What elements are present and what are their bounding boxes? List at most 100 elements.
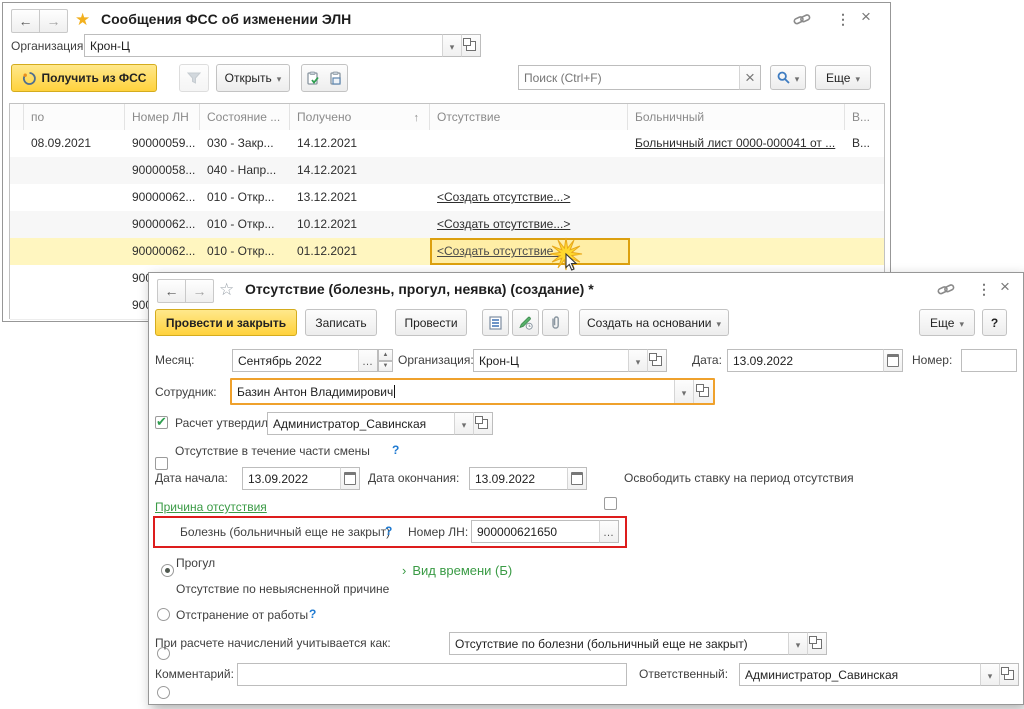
illness-help[interactable]: ? bbox=[385, 524, 392, 538]
responsible-value[interactable]: Администратор_Савинская bbox=[739, 663, 981, 686]
comment-field[interactable] bbox=[237, 663, 627, 686]
choose-icon[interactable] bbox=[599, 520, 619, 543]
reason-suspension-radio[interactable] bbox=[157, 686, 170, 699]
clear-search-icon[interactable] bbox=[739, 65, 761, 90]
month-spinner[interactable]: ▲ ▼ bbox=[378, 349, 393, 372]
more-menu-icon[interactable] bbox=[977, 282, 991, 298]
responsible-select[interactable]: Администратор_Савинская bbox=[739, 663, 1019, 686]
chevron-down-icon[interactable] bbox=[628, 349, 648, 372]
close-icon[interactable] bbox=[861, 8, 871, 26]
open-icon[interactable] bbox=[807, 632, 827, 655]
search-input[interactable] bbox=[518, 65, 740, 90]
date-field[interactable]: 13.09.2022 bbox=[727, 349, 903, 372]
open-dropdown-button[interactable]: Открыть bbox=[216, 64, 290, 92]
sick-leave-link[interactable]: Больничный лист 0000-000041 от ... bbox=[628, 130, 845, 157]
open-icon[interactable] bbox=[647, 349, 667, 372]
search-options-button[interactable] bbox=[770, 65, 806, 90]
col-sick-leave[interactable]: Больничный bbox=[628, 104, 845, 130]
more-actions-button[interactable]: Еще bbox=[815, 65, 871, 90]
table-row[interactable]: 90000062... 010 - Откр... 13.12.2021 <Со… bbox=[10, 184, 884, 212]
open-icon[interactable] bbox=[473, 412, 493, 435]
col-v[interactable]: В... bbox=[845, 104, 884, 130]
forward-button[interactable] bbox=[40, 9, 68, 33]
open-icon[interactable] bbox=[693, 380, 713, 403]
ln-number-field[interactable]: 900000621650 bbox=[471, 520, 619, 543]
part-shift-help[interactable]: ? bbox=[392, 443, 399, 457]
part-shift-checkbox[interactable] bbox=[155, 457, 168, 470]
employee-value[interactable]: Базин Антон Владимирович bbox=[237, 385, 393, 399]
table-row-selected[interactable]: 90000062... 010 - Откр... 01.12.2021 <Со… bbox=[10, 238, 884, 266]
get-from-fss-button[interactable]: Получить из ФСС bbox=[11, 64, 157, 92]
spin-up-icon[interactable]: ▲ bbox=[378, 349, 393, 361]
start-date-field[interactable]: 13.09.2022 bbox=[242, 467, 360, 490]
chevron-down-icon[interactable] bbox=[454, 412, 474, 435]
suspension-help[interactable]: ? bbox=[309, 607, 316, 621]
calendar-icon[interactable] bbox=[340, 467, 360, 490]
close-icon[interactable] bbox=[1000, 278, 1010, 296]
end-date-field[interactable]: 13.09.2022 bbox=[469, 467, 587, 490]
calc-as-value[interactable]: Отсутствие по болезни (больничный еще не… bbox=[449, 632, 789, 655]
table-row[interactable]: 90000062... 010 - Откр... 10.12.2021 <Со… bbox=[10, 211, 884, 239]
reason-illness-radio[interactable] bbox=[161, 564, 174, 577]
filter-button[interactable] bbox=[179, 64, 209, 92]
release-rate-checkbox[interactable] bbox=[604, 497, 617, 510]
help-button[interactable]: ? bbox=[982, 309, 1007, 336]
create-absence-link[interactable]: <Создать отсутствие...> bbox=[430, 211, 628, 238]
calc-as-select[interactable]: Отсутствие по болезни (больничный еще не… bbox=[449, 632, 827, 655]
time-kind-link[interactable]: › Вид времени (Б) bbox=[402, 563, 512, 578]
month-value[interactable]: Сентябрь 2022 bbox=[232, 349, 359, 372]
link-icon[interactable] bbox=[793, 12, 811, 28]
table-row[interactable]: 90000058... 040 - Напр... 14.12.2021 bbox=[10, 157, 884, 185]
reason-truancy-radio[interactable] bbox=[157, 608, 170, 621]
open-icon[interactable] bbox=[999, 663, 1019, 686]
table-row[interactable]: 08.09.2021 90000059... 030 - Закр... 14.… bbox=[10, 130, 884, 158]
org-select[interactable]: Крон-Ц bbox=[473, 349, 667, 372]
load-settings-button[interactable] bbox=[301, 64, 325, 92]
org-value[interactable]: Крон-Ц bbox=[473, 349, 629, 372]
end-date-value[interactable]: 13.09.2022 bbox=[469, 467, 568, 490]
col-state[interactable]: Состояние ... bbox=[200, 104, 290, 130]
forward-button[interactable] bbox=[186, 279, 214, 303]
ln-number-value[interactable]: 900000621650 bbox=[471, 520, 600, 543]
write-button[interactable]: Записать bbox=[305, 309, 377, 336]
number-field[interactable] bbox=[961, 349, 1017, 372]
col-received[interactable]: Получено bbox=[290, 104, 430, 130]
org-value[interactable]: Крон-Ц bbox=[84, 34, 443, 57]
favorite-star-icon[interactable] bbox=[219, 281, 234, 299]
open-icon[interactable] bbox=[461, 34, 481, 57]
change-history-button[interactable] bbox=[512, 309, 539, 336]
spin-down-icon[interactable]: ▼ bbox=[378, 360, 393, 372]
create-absence-link-focused[interactable]: <Создать отсутствие...> bbox=[430, 238, 630, 265]
month-field[interactable]: Сентябрь 2022 bbox=[232, 349, 378, 372]
approved-by-select[interactable]: Администратор_Савинская bbox=[267, 412, 493, 435]
approved-by-value[interactable]: Администратор_Савинская bbox=[267, 412, 455, 435]
chevron-down-icon[interactable] bbox=[788, 632, 808, 655]
more-actions-button[interactable]: Еще bbox=[919, 309, 975, 336]
favorite-star-icon[interactable] bbox=[75, 11, 90, 29]
col-nomer-ln[interactable]: Номер ЛН bbox=[125, 104, 200, 130]
link-icon[interactable] bbox=[937, 282, 955, 298]
create-absence-link[interactable]: <Создать отсутствие...> bbox=[430, 184, 628, 211]
choose-icon[interactable] bbox=[358, 349, 378, 372]
calendar-icon[interactable] bbox=[883, 349, 903, 372]
date-value[interactable]: 13.09.2022 bbox=[727, 349, 884, 372]
more-menu-icon[interactable] bbox=[836, 12, 850, 28]
calendar-icon[interactable] bbox=[567, 467, 587, 490]
col-absence[interactable]: Отсутствие bbox=[430, 104, 628, 130]
create-based-on-button[interactable]: Создать на основании bbox=[579, 309, 729, 336]
save-settings-button[interactable] bbox=[324, 64, 348, 92]
post-and-close-button[interactable]: Провести и закрыть bbox=[155, 309, 297, 336]
post-button[interactable]: Провести bbox=[395, 309, 467, 336]
approved-checkbox[interactable] bbox=[155, 414, 168, 430]
back-button[interactable] bbox=[11, 9, 40, 33]
org-select[interactable]: Крон-Ц bbox=[84, 34, 481, 57]
attachments-button[interactable] bbox=[542, 309, 569, 336]
register-records-button[interactable] bbox=[482, 309, 509, 336]
back-button[interactable] bbox=[157, 279, 186, 303]
chevron-down-icon[interactable] bbox=[674, 380, 694, 403]
start-date-value[interactable]: 13.09.2022 bbox=[242, 467, 341, 490]
employee-field-focused[interactable]: Базин Антон Владимирович bbox=[230, 378, 715, 405]
chevron-down-icon[interactable] bbox=[980, 663, 1000, 686]
col-po[interactable]: по bbox=[24, 104, 125, 130]
chevron-down-icon[interactable] bbox=[442, 34, 462, 57]
